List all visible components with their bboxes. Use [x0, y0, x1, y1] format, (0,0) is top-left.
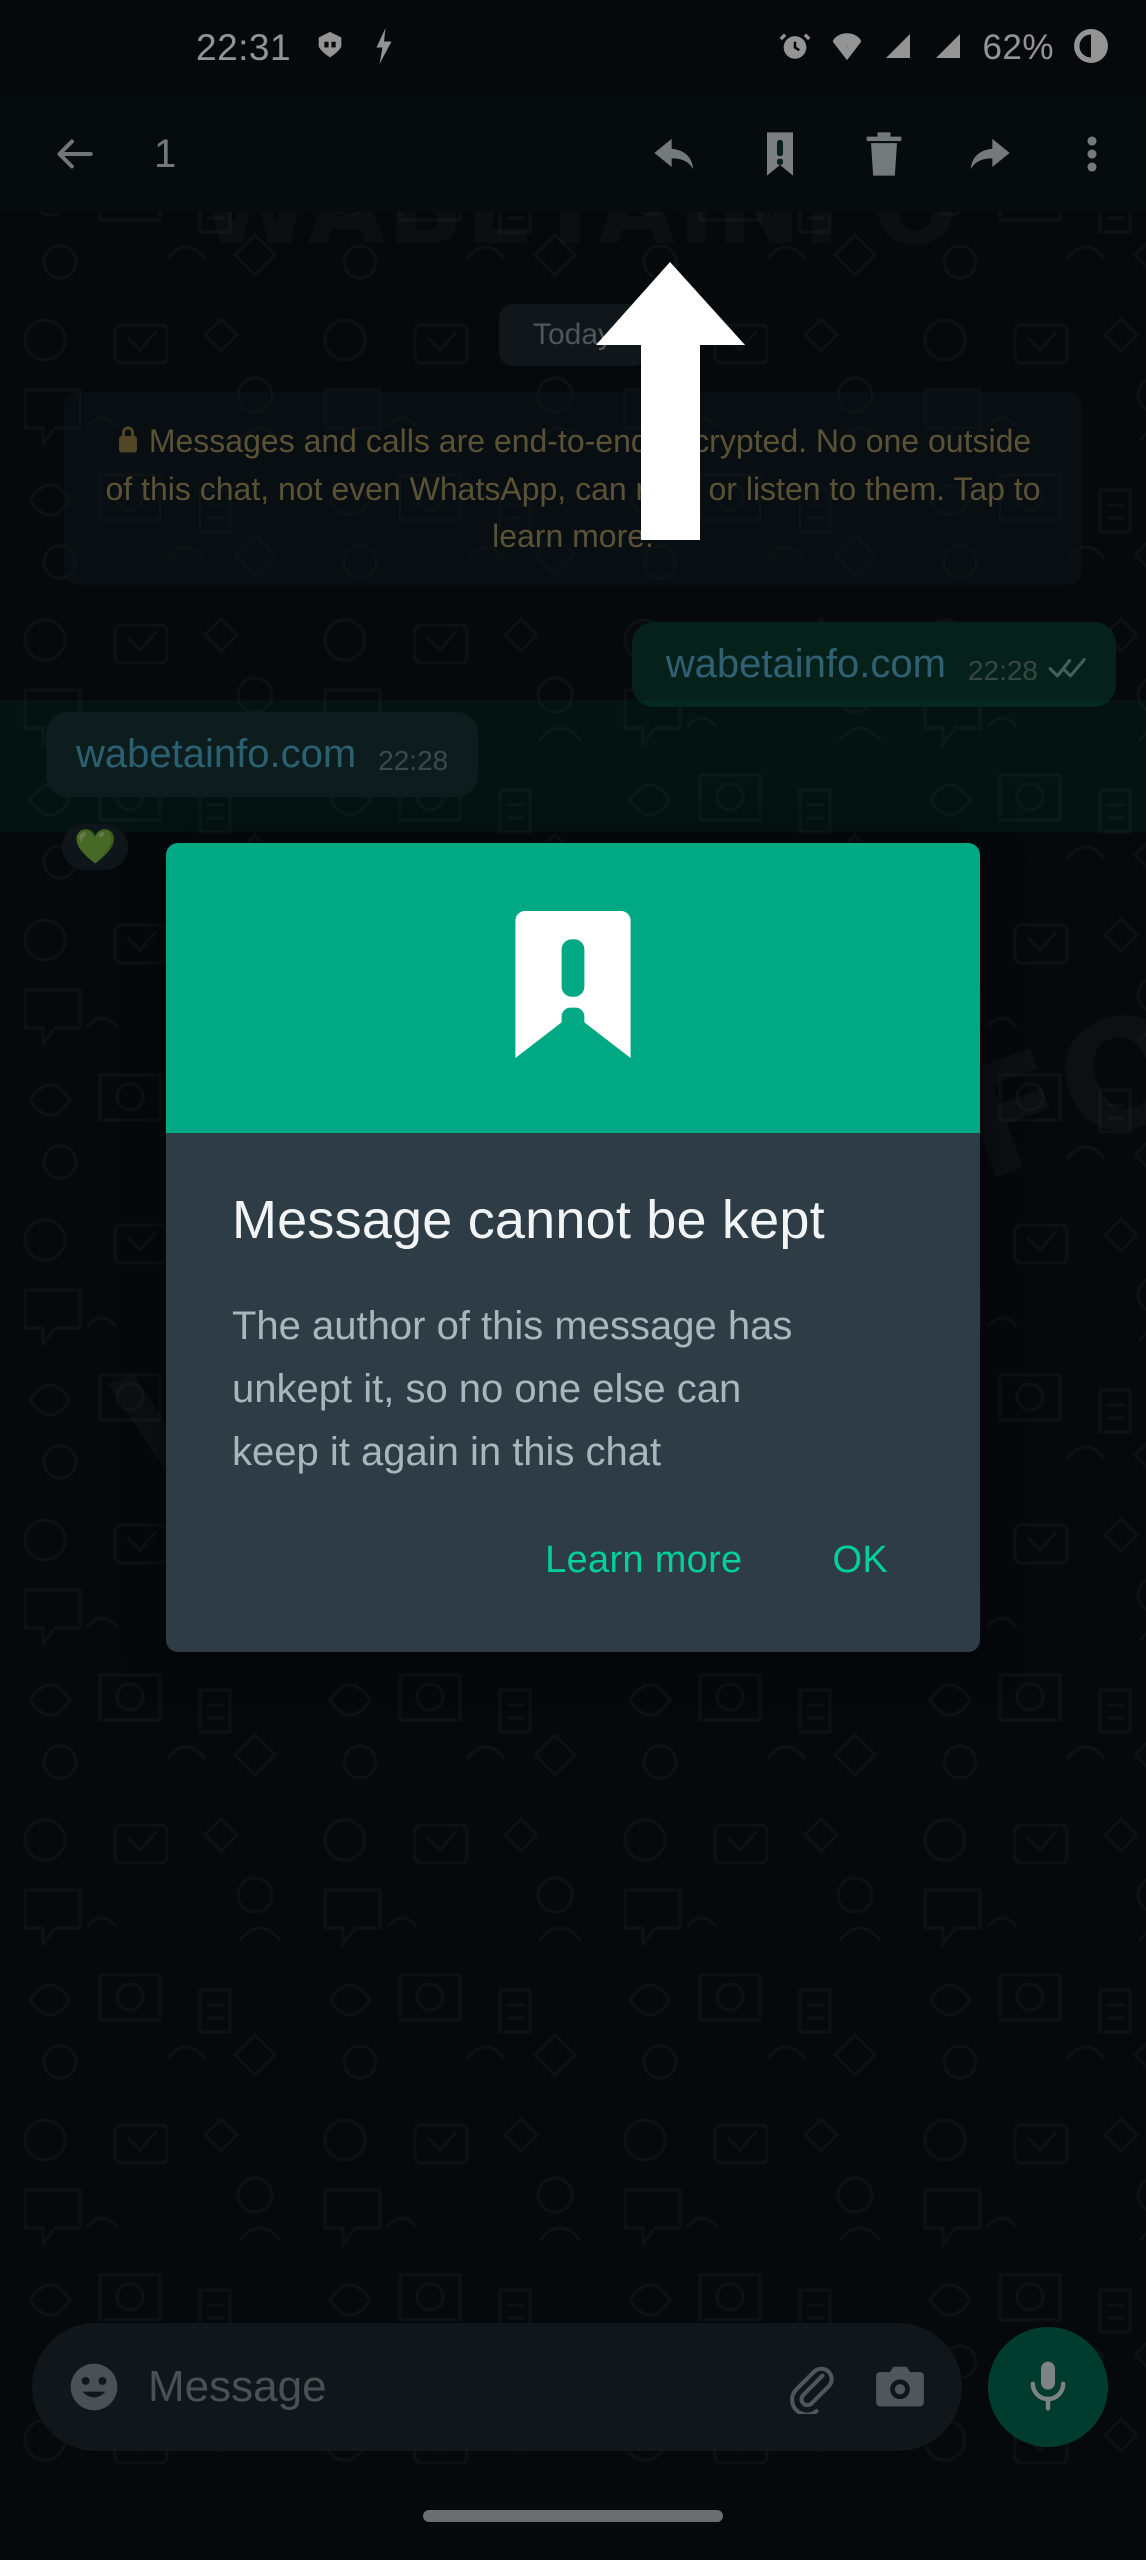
phone-screen: WABETAINFO WABETAINFO 22:31 [0, 0, 1146, 2560]
keep-bookmark-alert-icon [507, 902, 639, 1075]
dialog-message-text: The author of this message has unkept it… [232, 1304, 793, 1475]
dialog-body: Message cannot be kept The author of thi… [166, 1133, 980, 1652]
dialog-title: Message cannot be kept [232, 1190, 825, 1250]
dialog-actions: Learn more OK [232, 1485, 914, 1622]
ok-button[interactable]: OK [832, 1539, 888, 1582]
message-cannot-be-kept-dialog: Message cannot be kept The author of thi… [166, 843, 980, 1652]
dialog-header [166, 843, 980, 1133]
learn-more-button[interactable]: Learn more [545, 1539, 742, 1582]
